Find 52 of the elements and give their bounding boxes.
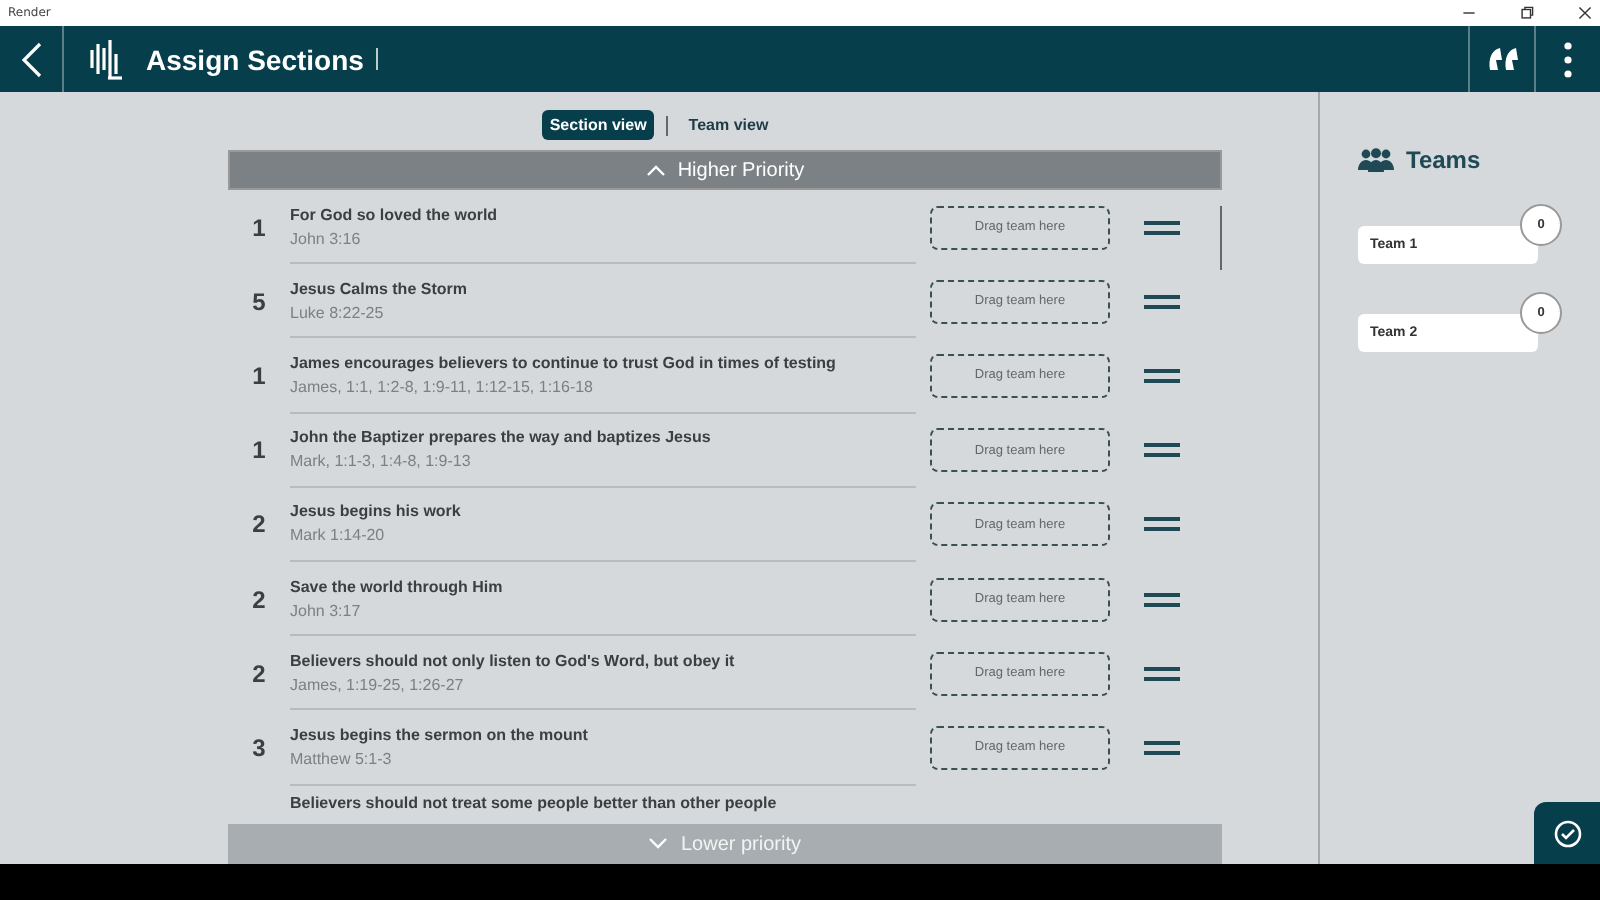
section-title: John the Baptizer prepares the way and baptizes Jesus	[290, 428, 713, 447]
drag-handle-icon[interactable]	[1144, 219, 1180, 236]
scripture-reference: Mark, 1:1-3, 1:4-8, 1:9-13	[290, 452, 473, 471]
more-icon	[1564, 41, 1572, 77]
logo-icon	[88, 37, 124, 81]
section-count: 5	[250, 287, 268, 316]
drag-handle-icon[interactable]	[1144, 367, 1180, 384]
chevron-down-icon	[648, 838, 669, 850]
higher-priority-bar[interactable]: Higher Priority	[228, 150, 1222, 190]
scripture-reference: John 3:16	[290, 229, 363, 248]
scripture-reference: Luke 8:22-25	[290, 303, 386, 322]
view-tab[interactable]: Section view	[541, 110, 655, 140]
scripture-reference: James, 1:19-25, 1:26-27	[290, 675, 466, 694]
section-title: Believers should not treat some people better than other people	[290, 793, 779, 811]
section-title: Save the world through Him	[290, 577, 505, 596]
drag-handle-icon[interactable]	[1144, 591, 1180, 608]
text-cursor	[375, 48, 378, 70]
section-count: 2	[250, 659, 268, 688]
panel-title: Teams	[1406, 146, 1481, 174]
section-count: 1	[250, 436, 268, 465]
drag-handle-icon[interactable]	[1144, 516, 1180, 533]
confirm-button[interactable]	[1534, 802, 1600, 864]
restore-icon[interactable]	[1520, 6, 1534, 20]
scripture-reference: Mark 1:14-20	[290, 526, 387, 545]
scripture-reference: James, 1:1, 1:2-8, 1:9-11, 1:12-15, 1:16-18	[290, 377, 595, 396]
quote-icon	[1486, 45, 1518, 73]
scripture-reference: John 3:17	[290, 601, 363, 620]
drag-handle-icon[interactable]	[1144, 665, 1180, 682]
section-count: 2	[250, 510, 268, 539]
section-count: 3	[250, 733, 268, 762]
people-icon	[1358, 148, 1394, 172]
view-tab[interactable]: Team view	[680, 110, 777, 140]
section-title: Jesus begins the sermon on the mount	[290, 725, 590, 744]
section-title: Jesus Calms the Storm	[290, 279, 469, 298]
section-count: 1	[250, 361, 268, 390]
back-icon	[21, 41, 41, 77]
section-title: James encourages believers to continue to trust God in times of testing	[290, 353, 838, 372]
chevron-up-icon	[645, 164, 666, 176]
drag-handle-icon[interactable]	[1144, 293, 1180, 310]
scrollbar[interactable]	[1220, 206, 1222, 270]
close-icon[interactable]	[1578, 6, 1592, 20]
page-title: Assign Sections	[146, 43, 364, 75]
section-title: Jesus begins his work	[290, 502, 463, 521]
section-count: 2	[250, 585, 268, 614]
scripture-reference: Matthew 5:1-3	[290, 749, 394, 768]
section-title: Believers should not only listen to God's Word, but obey it	[290, 651, 737, 670]
section-title: For God so loved the world	[290, 205, 500, 224]
drag-handle-icon[interactable]	[1144, 739, 1180, 756]
section-count: 1	[250, 213, 268, 242]
check-circle-icon	[1553, 819, 1581, 847]
drag-handle-icon[interactable]	[1144, 442, 1180, 459]
minimize-icon[interactable]	[1462, 6, 1476, 20]
